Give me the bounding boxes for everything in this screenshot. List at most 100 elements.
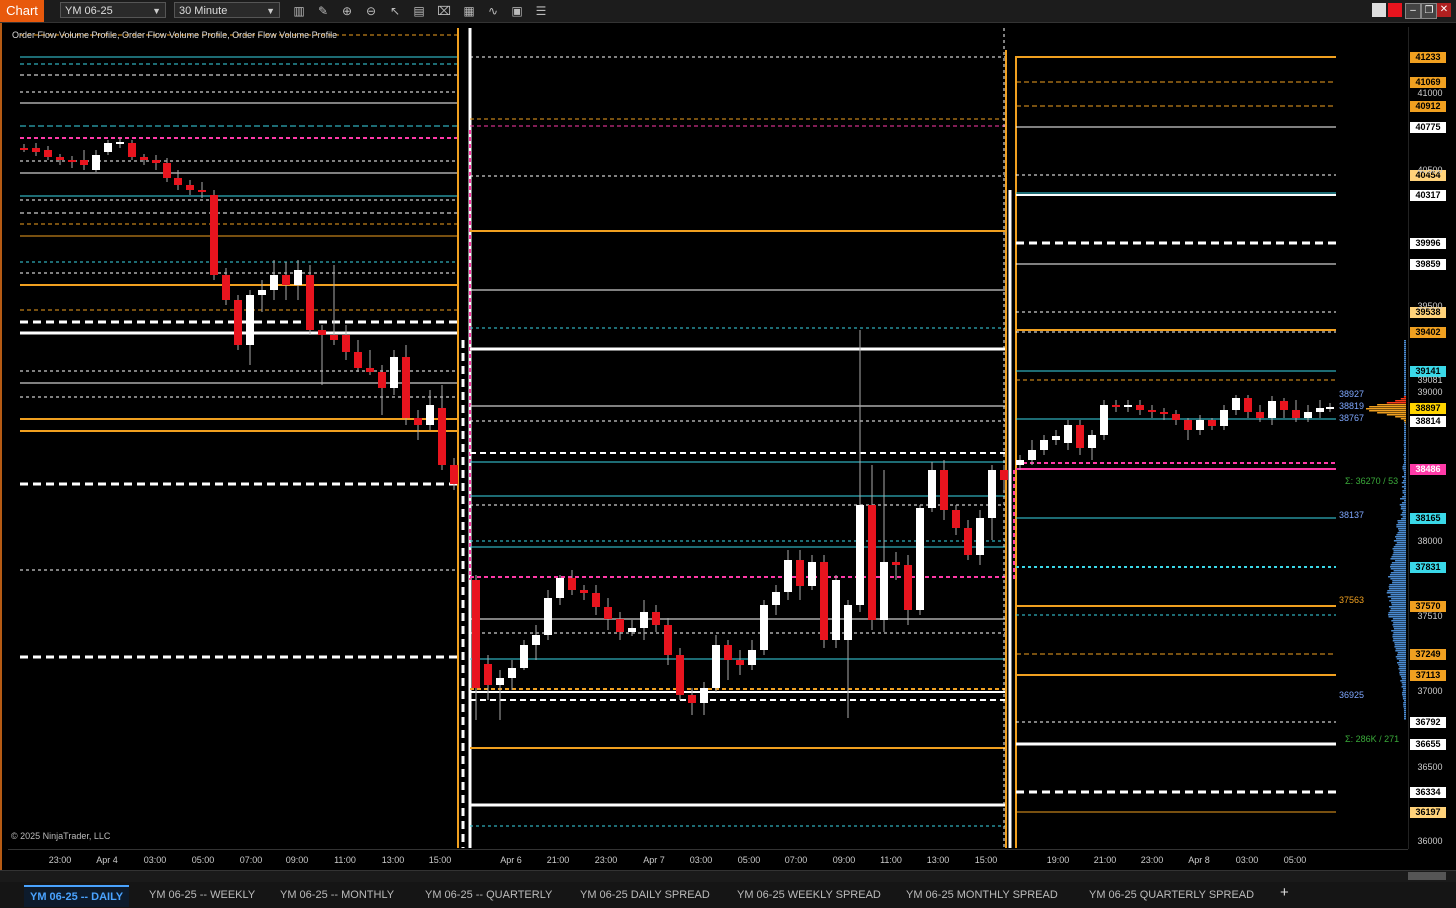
profile-bar bbox=[1397, 542, 1406, 544]
time-label: 05:00 bbox=[192, 855, 215, 865]
profile-value-label: Σ: 286K / 271 bbox=[1345, 734, 1399, 744]
price-label: 39859 bbox=[1410, 259, 1446, 270]
profile-bar bbox=[1404, 386, 1406, 388]
candle-down bbox=[378, 372, 386, 388]
profile-bar bbox=[1403, 702, 1406, 704]
profile-bar bbox=[1402, 512, 1406, 514]
profile-bar bbox=[1404, 374, 1406, 376]
profile-bar bbox=[1394, 540, 1406, 542]
price-label: 41069 bbox=[1410, 77, 1446, 88]
candle-up bbox=[1232, 398, 1240, 410]
profile-bar bbox=[1401, 398, 1406, 400]
profile-bar bbox=[1402, 496, 1406, 498]
candle-down bbox=[568, 578, 576, 590]
profile-bar bbox=[1392, 582, 1406, 584]
profile-bar bbox=[1404, 710, 1406, 712]
candle-down bbox=[234, 300, 242, 345]
time-label: 23:00 bbox=[49, 855, 72, 865]
candle-down bbox=[472, 580, 480, 688]
candle-up bbox=[1326, 407, 1334, 409]
candle-up bbox=[508, 668, 516, 678]
chart-tab-item[interactable]: YM 06-25 -- DAILY bbox=[24, 885, 129, 907]
chart-tab-item[interactable]: YM 06-25 QUARTERLY SPREAD bbox=[1089, 885, 1254, 905]
candle-up bbox=[104, 143, 112, 152]
profile-bar bbox=[1394, 646, 1406, 648]
profile-bar bbox=[1393, 618, 1406, 620]
profile-bar bbox=[1396, 538, 1406, 540]
profile-bar bbox=[1404, 458, 1406, 460]
candle-down bbox=[1160, 412, 1168, 414]
profile-bar bbox=[1389, 588, 1406, 590]
time-label: 13:00 bbox=[382, 855, 405, 865]
profile-bar bbox=[1398, 664, 1406, 666]
profile-bar bbox=[1404, 420, 1406, 422]
profile-bar bbox=[1392, 562, 1406, 564]
candle-up bbox=[748, 650, 756, 665]
profile-bar bbox=[1366, 408, 1406, 410]
add-tab-button[interactable]: + bbox=[1280, 884, 1289, 901]
profile-bar bbox=[1404, 342, 1406, 344]
profile-bar bbox=[1396, 648, 1406, 650]
profile-bar bbox=[1390, 558, 1406, 560]
profile-bar bbox=[1403, 706, 1406, 708]
chart-tab-item[interactable]: YM 06-25 MONTHLY SPREAD bbox=[906, 885, 1058, 905]
profile-bar bbox=[1404, 366, 1406, 368]
profile-bar bbox=[1403, 470, 1406, 472]
profile-bar bbox=[1402, 490, 1406, 492]
profile-bar bbox=[1402, 466, 1406, 468]
candle-down bbox=[366, 368, 374, 372]
profile-bar bbox=[1393, 622, 1406, 624]
candle-down bbox=[868, 505, 876, 620]
chart-tab-item[interactable]: YM 06-25 -- MONTHLY bbox=[280, 885, 394, 905]
profile-bar bbox=[1398, 652, 1406, 654]
candle-up bbox=[544, 598, 552, 635]
profile-bar bbox=[1387, 402, 1406, 404]
profile-bar bbox=[1399, 530, 1406, 532]
profile-bar bbox=[1402, 502, 1406, 504]
chart-tab-item[interactable]: YM 06-25 -- WEEKLY bbox=[149, 885, 255, 905]
profile-bar bbox=[1404, 450, 1406, 452]
candle-down bbox=[186, 185, 194, 190]
profile-bar bbox=[1403, 690, 1406, 692]
candle-down bbox=[688, 695, 696, 703]
profile-bar bbox=[1396, 656, 1406, 658]
candle-down bbox=[820, 562, 828, 640]
profile-bar bbox=[1400, 670, 1406, 672]
profile-value-label: Σ: 36270 / 53 bbox=[1345, 476, 1398, 486]
candle-up bbox=[640, 612, 648, 628]
chart-tab-item[interactable]: YM 06-25 -- QUARTERLY bbox=[425, 885, 552, 905]
profile-bar bbox=[1391, 568, 1406, 570]
profile-bar bbox=[1404, 716, 1406, 718]
time-label: 21:00 bbox=[1094, 855, 1117, 865]
price-label: 39996 bbox=[1410, 238, 1446, 249]
candle-down bbox=[56, 157, 64, 160]
candle-up bbox=[772, 592, 780, 605]
candle-down bbox=[152, 160, 160, 163]
candle-down bbox=[952, 510, 960, 528]
profile-bar bbox=[1404, 478, 1406, 480]
candle-up bbox=[700, 688, 708, 703]
time-label: 05:00 bbox=[1284, 855, 1307, 865]
time-label: 11:00 bbox=[880, 855, 902, 865]
candle-down bbox=[1136, 405, 1144, 410]
candle-up bbox=[1196, 420, 1204, 430]
profile-bar bbox=[1404, 708, 1406, 710]
profile-bar bbox=[1391, 630, 1406, 632]
time-label: 03:00 bbox=[144, 855, 167, 865]
chart-tab-item[interactable]: YM 06-25 WEEKLY SPREAD bbox=[737, 885, 881, 905]
profile-bar bbox=[1404, 358, 1406, 360]
chart-tab-item[interactable]: YM 06-25 DAILY SPREAD bbox=[580, 885, 710, 905]
price-label: 39402 bbox=[1410, 327, 1446, 338]
price-label: 36655 bbox=[1410, 739, 1446, 750]
profile-bar bbox=[1394, 628, 1406, 630]
profile-bar bbox=[1387, 592, 1406, 594]
profile-bar bbox=[1404, 384, 1406, 386]
profile-bar bbox=[1404, 394, 1406, 396]
price-tick: 38000 bbox=[1412, 536, 1448, 546]
profile-bar bbox=[1404, 350, 1406, 352]
candle-up bbox=[556, 578, 564, 598]
profile-bar bbox=[1404, 360, 1406, 362]
profile-bar bbox=[1395, 650, 1406, 652]
scrollbar-thumb[interactable] bbox=[1408, 872, 1446, 880]
profile-bar bbox=[1400, 498, 1406, 500]
